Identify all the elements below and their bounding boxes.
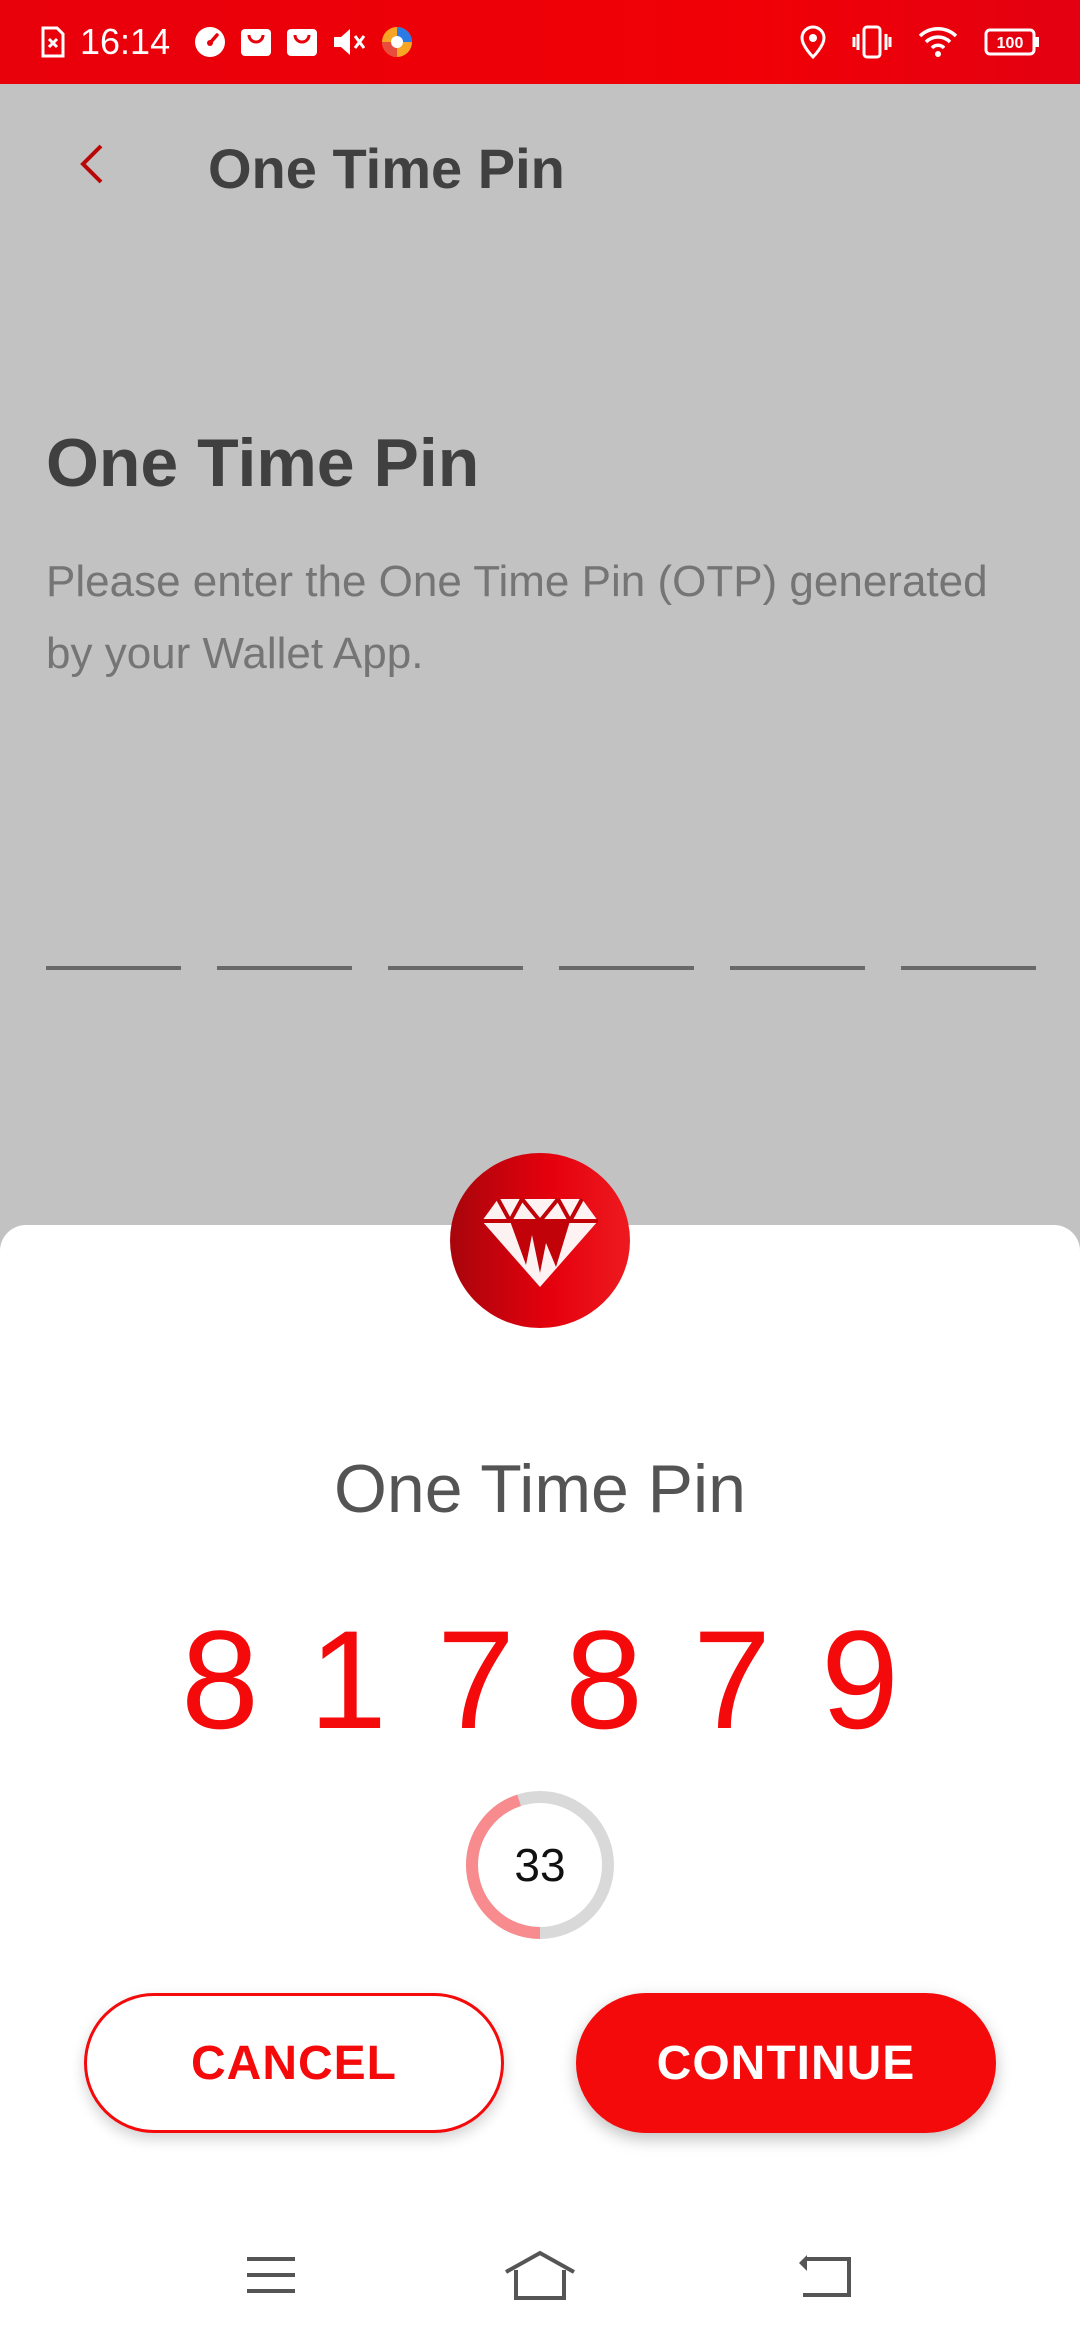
shopping-bag-icon bbox=[286, 26, 318, 58]
otp-digit: 8 bbox=[181, 1601, 259, 1758]
otp-digit: 8 bbox=[565, 1601, 643, 1758]
home-nav-button[interactable] bbox=[500, 2235, 580, 2315]
status-right: 100 bbox=[800, 25, 1040, 59]
sim-error-icon bbox=[40, 26, 66, 58]
diamond-icon bbox=[482, 1197, 598, 1287]
menu-nav-button[interactable] bbox=[231, 2235, 311, 2315]
otp-digit: 7 bbox=[437, 1601, 515, 1758]
back-icon bbox=[799, 2255, 851, 2297]
battery-level: 100 bbox=[997, 35, 1024, 52]
dialog-title: One Time Pin bbox=[334, 1451, 746, 1527]
shopping-bag-icon bbox=[240, 26, 272, 58]
system-nav-bar bbox=[0, 2213, 1080, 2340]
mute-icon bbox=[332, 26, 366, 58]
otp-digit: 1 bbox=[309, 1601, 387, 1758]
app-logo-badge bbox=[450, 1153, 630, 1328]
otp-digit: 7 bbox=[693, 1601, 771, 1758]
browser-icon bbox=[380, 25, 414, 59]
countdown-timer: 33 bbox=[465, 1790, 615, 1940]
otp-digit: 9 bbox=[821, 1601, 899, 1758]
back-nav-button[interactable] bbox=[783, 2235, 863, 2315]
battery-icon: 100 bbox=[984, 28, 1040, 56]
menu-icon bbox=[247, 2257, 295, 2293]
home-icon bbox=[505, 2250, 575, 2300]
location-icon bbox=[800, 25, 826, 59]
cancel-button[interactable]: CANCEL bbox=[84, 1993, 504, 2133]
vibrate-icon bbox=[852, 25, 892, 59]
status-bar: 16:14 100 bbox=[0, 0, 1080, 84]
speedometer-icon bbox=[194, 26, 226, 58]
otp-code: 8 1 7 8 7 9 bbox=[170, 1600, 910, 1760]
status-left: 16:14 bbox=[40, 21, 414, 63]
status-time: 16:14 bbox=[80, 21, 171, 62]
wifi-icon bbox=[918, 26, 958, 58]
continue-button[interactable]: CONTINUE bbox=[576, 1993, 996, 2133]
countdown-value: 33 bbox=[514, 1839, 566, 1891]
